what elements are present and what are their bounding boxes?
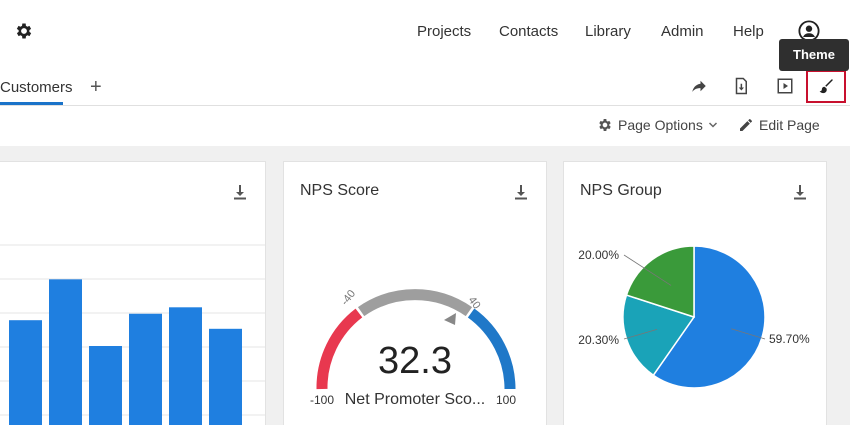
gauge-passive-arc [357, 289, 473, 317]
nps-group-pie-chart: 59.70% 20.30% 20.00% [578, 245, 810, 389]
nav-link-contacts[interactable]: Contacts [499, 23, 558, 40]
gear-icon [599, 119, 611, 131]
nps-value: 32.3 [378, 340, 452, 382]
bar-chart [0, 244, 265, 425]
nps-score-widget: NPS Score -40 40 32.3 Net Promoter Sco..… [283, 161, 547, 425]
chevron-down-icon [708, 122, 717, 128]
share-icon[interactable] [690, 77, 708, 95]
page-options-label: Page Options [618, 117, 703, 133]
theme-button-highlight[interactable] [806, 70, 846, 103]
scale-min-label: -100 [310, 393, 334, 407]
gauge-promoter-arc [467, 308, 516, 390]
theme-tooltip: Theme [779, 39, 849, 71]
gauge-tick-low: -40 [339, 288, 358, 308]
bar[interactable] [129, 313, 162, 425]
edit-page-button[interactable]: Edit Page [738, 117, 820, 133]
page-toolbar: Page Options Edit Page [0, 106, 850, 146]
nav-link-help[interactable]: Help [733, 23, 764, 40]
gauge-detractor-arc [316, 308, 363, 390]
pencil-icon [740, 119, 752, 131]
nav-link-admin[interactable]: Admin [661, 23, 704, 40]
pie-slice-label: 20.30% [578, 333, 619, 347]
tab-customers[interactable]: Customers [0, 79, 73, 96]
page-options-button[interactable]: Page Options [597, 117, 718, 133]
dashboard-tab-bar: Customers + [0, 64, 850, 106]
bar[interactable] [49, 279, 82, 425]
nav-link-library[interactable]: Library [585, 23, 631, 40]
top-navigation-bar: Projects Contacts Library Admin Help [0, 0, 850, 64]
add-tab-button[interactable]: + [90, 76, 102, 99]
bar[interactable] [209, 328, 242, 425]
nps-gauge: -40 40 32.3 Net Promoter Sco... -100 100 [310, 288, 516, 408]
gear-icon[interactable] [14, 21, 34, 41]
bar[interactable] [169, 307, 202, 425]
bar[interactable] [9, 320, 42, 425]
nps-label: Net Promoter Sco... [345, 391, 486, 408]
presentation-icon[interactable] [776, 77, 794, 95]
active-tab-indicator [0, 102, 63, 105]
scale-max-label: 100 [496, 393, 516, 407]
gauge-pointer [444, 313, 456, 325]
nav-link-projects[interactable]: Projects [417, 23, 471, 40]
pie-slice-label: 20.00% [578, 248, 619, 262]
nps-group-widget: NPS Group 59.70% 20.30% 20.00% [563, 161, 827, 425]
pie-slice-label: 59.70% [769, 332, 810, 346]
export-pdf-icon[interactable] [732, 77, 750, 95]
edit-page-label: Edit Page [759, 117, 820, 133]
bar[interactable] [89, 346, 122, 425]
bar-chart-widget [0, 161, 266, 425]
